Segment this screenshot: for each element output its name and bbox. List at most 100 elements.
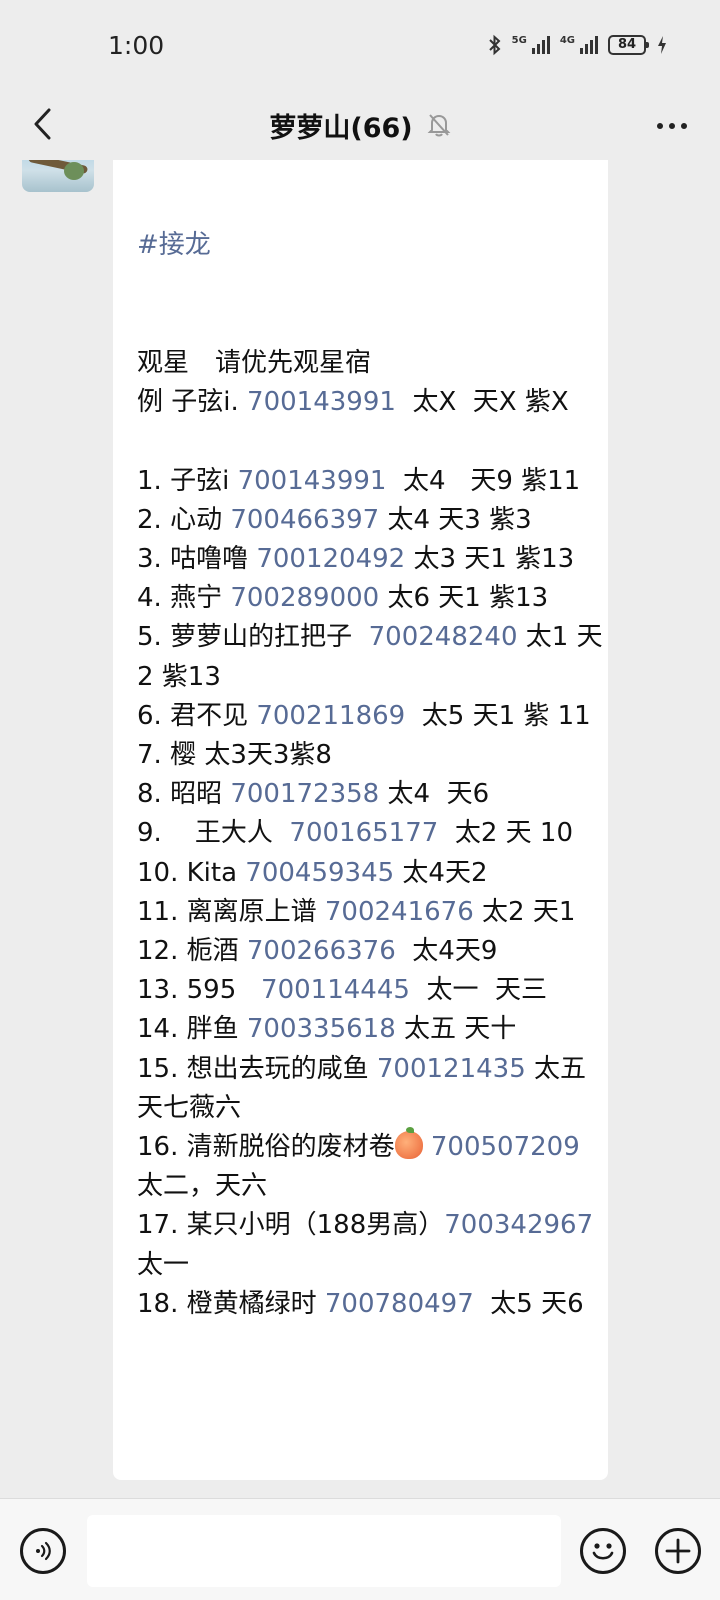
message-text-segment: 例 子弦i. (137, 387, 248, 418)
message-text-segment: 太4 天9 紫11 (386, 465, 581, 496)
phone-number-link[interactable]: 700241676 (325, 897, 474, 927)
message-text-segment: 17. 某只小明（188男高） (137, 1210, 445, 1241)
bluetooth-icon (488, 34, 501, 56)
phone-number-link[interactable]: 700459345 (245, 858, 394, 888)
message-text-segment: 14. 胖鱼 (137, 1014, 247, 1045)
phone-number-link[interactable]: 700121435 (377, 1054, 526, 1084)
phone-number-link[interactable]: 700172358 (230, 779, 379, 809)
message-text-segment: 2. 心动 (137, 504, 231, 535)
signal-4g-icon: 4G (560, 36, 598, 54)
message-line: 13. 595 700114445 太一 天三 (137, 971, 607, 1010)
message-line: 6. 君不见 700211869 太5 天1 紫 11 (137, 697, 607, 736)
voice-button[interactable] (20, 1528, 66, 1574)
message-text-segment: 4. 燕宁 (137, 583, 231, 614)
message-text-segment: 16. 清新脱俗的废材卷 (137, 1132, 395, 1163)
message-line: 17. 某只小明（188男高）700342967 太一 (137, 1206, 607, 1284)
message-text-segment: 9. 王大人 (137, 818, 290, 849)
battery-icon: 84 (608, 35, 649, 55)
phone-number-link[interactable]: 700466397 (230, 505, 379, 535)
message-text-segment: 太X 天X 紫X (395, 387, 569, 418)
message-text-segment: 7. 樱 太3天3紫8 (137, 740, 332, 771)
message-text-segment: 太6 天1 紫13 (379, 583, 549, 614)
message-line: 14. 胖鱼 700335618 太五 天十 (137, 1010, 607, 1049)
message-text-segment: 太2 天 10 (438, 818, 573, 849)
input-bar (0, 1498, 720, 1600)
status-time: 1:00 (108, 30, 165, 60)
message-line: 观星 请优先观星宿 (137, 344, 607, 383)
message-text-segment: 太5 天6 (473, 1288, 584, 1319)
message-text-segment: 5. 萝萝山的扛把子 (137, 622, 369, 653)
message-text-segment: 18. 橙黄橘绿时 (137, 1288, 325, 1319)
phone-number-link[interactable]: 700342967 (444, 1210, 593, 1240)
message-line: 11. 离离原上谱 700241676 太2 天1 (137, 893, 607, 932)
back-button[interactable] (22, 104, 62, 144)
phone-number-link[interactable]: 700780497 (325, 1289, 474, 1319)
message-text-segment: 太3 天1 紫13 (405, 544, 575, 575)
message-input[interactable] (87, 1515, 561, 1587)
phone-number-link[interactable]: 700114445 (261, 975, 410, 1005)
message-text-segment: 15. 想出去玩的咸鱼 (137, 1053, 377, 1084)
plus-button[interactable] (655, 1528, 701, 1574)
message-line: 12. 栀酒 700266376 太4天9 (137, 932, 607, 971)
message-text-segment: 8. 昭昭 (137, 779, 231, 810)
charging-bolt-icon (658, 36, 666, 54)
phone-number-link[interactable]: 700289000 (230, 583, 379, 613)
status-icons: 5G 4G 84 (488, 34, 668, 56)
phone-number-link[interactable]: 700335618 (247, 1014, 396, 1044)
message-text-segment: 11. 离离原上谱 (137, 896, 325, 927)
message-text-segment: 12. 栀酒 (137, 936, 247, 967)
phone-number-link[interactable]: 700266376 (247, 936, 396, 966)
message-line: 8. 昭昭 700172358 太4 天6 (137, 775, 607, 814)
message-line: 4. 燕宁 700289000 太6 天1 紫13 (137, 579, 607, 618)
message-text-segment: 太5 天1 紫 11 (405, 700, 591, 731)
message-text-segment: 太一 天三 (409, 975, 547, 1006)
message-line: 16. 清新脱俗的废材卷 700507209 太二，天六 (137, 1127, 607, 1206)
message-text-segment (423, 1132, 431, 1162)
bell-slash-icon (427, 114, 451, 137)
phone-number-link[interactable]: 700143991 (238, 466, 387, 496)
message-text: #接龙 观星 请优先观星宿例 子弦i. 700143991 太X 天X 紫X 1… (137, 160, 607, 1403)
message-text-segment: 太五 天十 (395, 1014, 517, 1045)
message-text-segment: 太2 天1 (473, 896, 576, 927)
message-line: 1. 子弦i 700143991 太4 天9 紫11 (137, 462, 607, 501)
phone-number-link[interactable]: 700120492 (256, 544, 405, 574)
phone-number-link[interactable]: 700143991 (247, 387, 396, 417)
message-text-segment: 太4天2 (394, 857, 488, 888)
message-line: 9. 王大人 700165177 太2 天 10 (137, 814, 607, 853)
hashtag-link[interactable]: #接龙 (137, 226, 607, 265)
status-bar: 1:00 5G 4G 84 (0, 0, 720, 90)
chevron-left-icon (34, 108, 51, 140)
more-dots-icon (657, 123, 663, 129)
message-text-segment: 13. 595 (137, 975, 262, 1006)
emoji-icon (592, 1543, 614, 1560)
message-text-segment: 1. 子弦i (137, 465, 238, 496)
message-text-segment: 太4天9 (395, 936, 498, 967)
chat-title: 萝萝山(66) (269, 112, 413, 144)
message-text-segment: 太4 天6 (379, 779, 490, 810)
phone-number-link[interactable]: 700507209 (431, 1132, 580, 1162)
message-line: 2. 心动 700466397 太4 天3 紫3 (137, 501, 607, 540)
plus-icon (665, 1538, 691, 1564)
emoji-button[interactable] (580, 1528, 626, 1574)
message-line: 3. 咕噜噜 700120492 太3 天1 紫13 (137, 540, 607, 579)
avatar[interactable] (22, 160, 94, 192)
peach-emoji-icon (394, 1127, 423, 1160)
chat-area[interactable]: #接龙 观星 请优先观星宿例 子弦i. 700143991 太X 天X 紫X 1… (0, 160, 720, 1498)
more-button[interactable] (648, 106, 696, 146)
message-line: 例 子弦i. 700143991 太X 天X 紫X (137, 383, 607, 422)
message-line (137, 422, 607, 461)
message-text-segment: 3. 咕噜噜 (137, 544, 257, 575)
message-line: 15. 想出去玩的咸鱼 700121435 太五天七薇六 (137, 1050, 607, 1128)
phone-number-link[interactable]: 700165177 (289, 818, 438, 848)
message-text-segment: 观星 请优先观星宿 (137, 348, 372, 379)
message-line: 5. 萝萝山的扛把子 700248240 太1 天2 紫13 (137, 618, 607, 696)
chat-header: 萝萝山(66) (0, 90, 720, 160)
message-text-segment: 太一 (137, 1249, 190, 1280)
signal-5g-icon: 5G (512, 36, 550, 54)
message-line: 7. 樱 太3天3紫8 (137, 736, 607, 775)
message-line: 10. Kita 700459345 太4天2 (137, 854, 607, 893)
message-text-segment: 太4 天3 紫3 (379, 504, 532, 535)
phone-number-link[interactable]: 700211869 (256, 701, 405, 731)
phone-number-link[interactable]: 700248240 (369, 622, 518, 652)
message-text-segment: 6. 君不见 (137, 700, 257, 731)
